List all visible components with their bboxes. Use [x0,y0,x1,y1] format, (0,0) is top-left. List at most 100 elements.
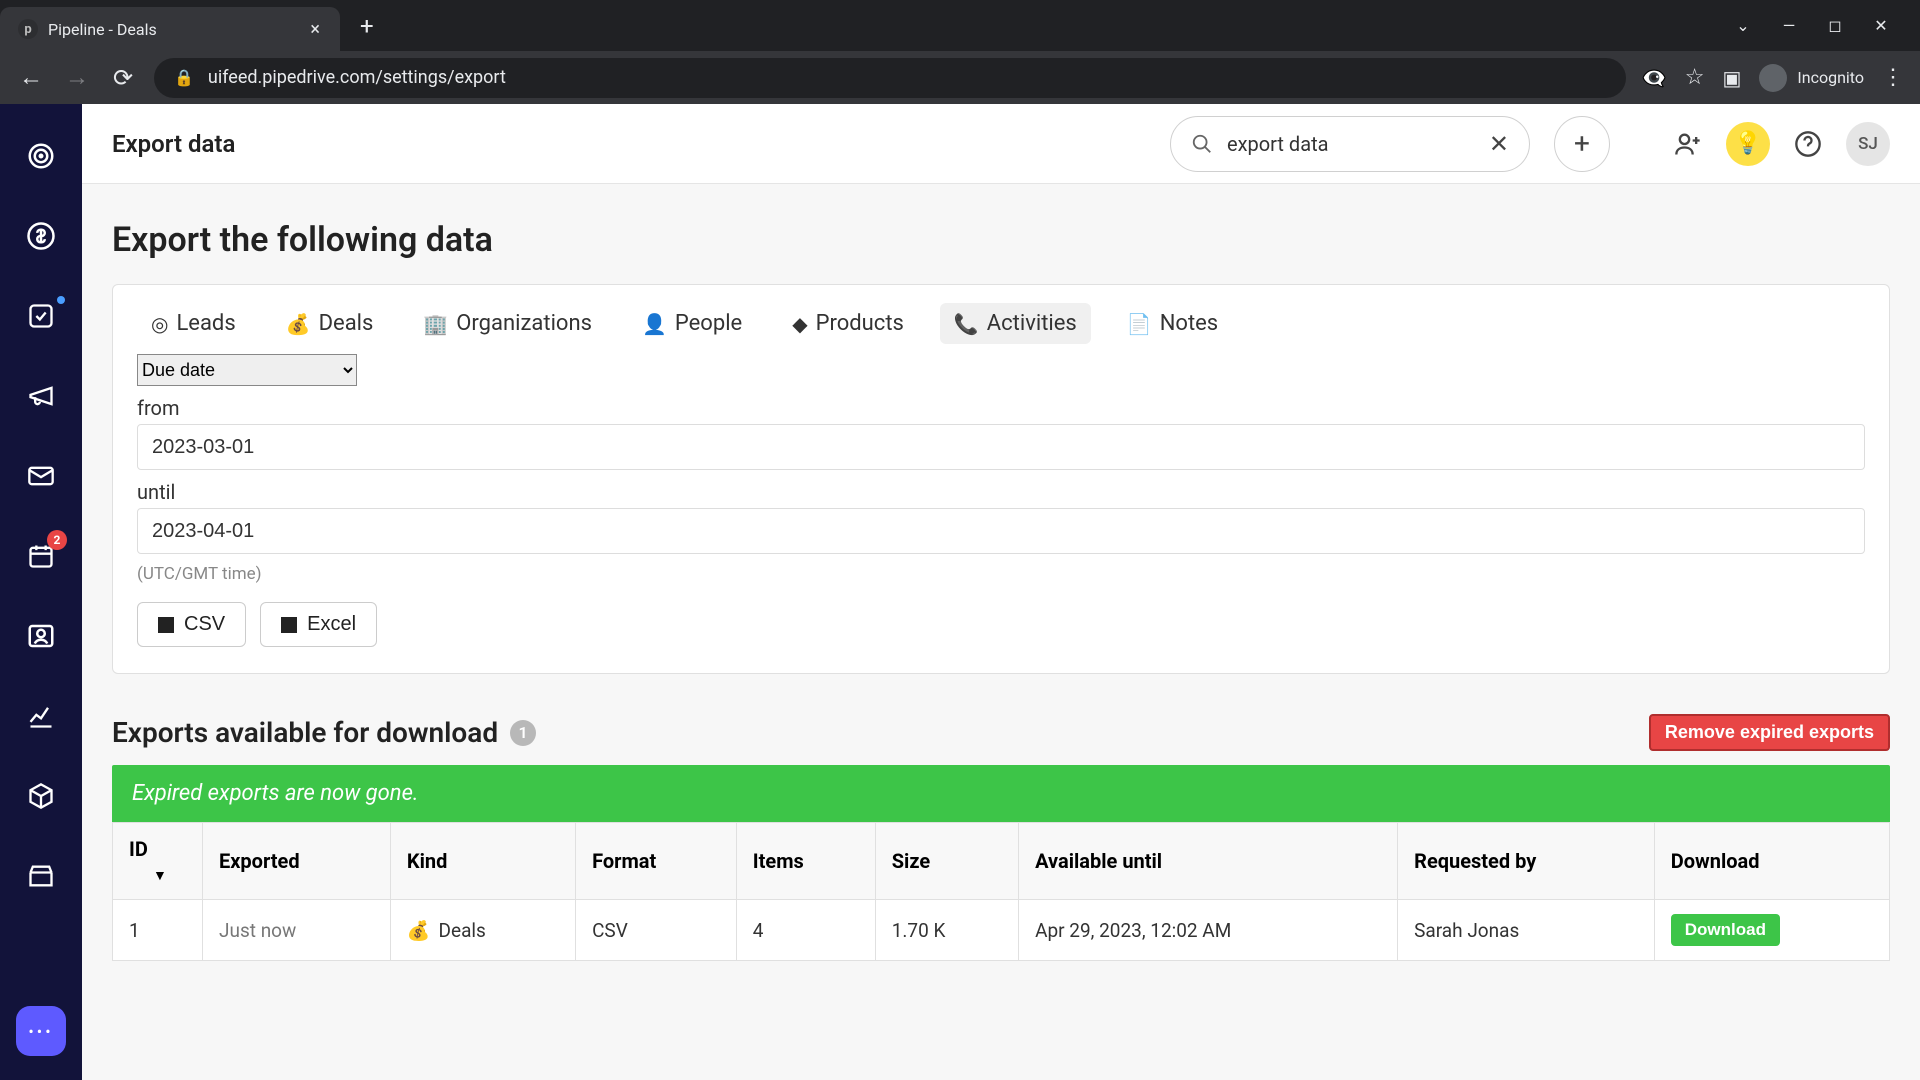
downloads-count-badge: 1 [510,720,536,746]
cell-id: 1 [113,900,203,961]
sidebar-more-button[interactable]: ••• [16,1006,66,1056]
box-icon [27,782,55,810]
close-window-icon[interactable]: ✕ [1868,16,1894,35]
building-icon: 🏢 [423,312,448,336]
maximize-icon[interactable]: ◻ [1822,16,1848,35]
tab-dropdown-icon[interactable]: ⌄ [1730,16,1756,35]
tips-button[interactable]: 💡 [1726,122,1770,166]
help-icon[interactable] [1794,130,1822,158]
tab-organizations[interactable]: 🏢 Organizations [409,303,606,344]
excel-label: Excel [307,613,356,636]
cube-icon: ◆ [792,312,807,336]
lock-icon: 🔒 [174,68,194,87]
tab-products[interactable]: ◆ Products [778,303,918,344]
export-config-panel: ◎ Leads 💰 Deals 🏢 Organizations 👤 People [112,284,1890,674]
sidebar-item-insights[interactable] [21,696,61,736]
downloads-table: ID ▼ Exported Kind Format Items Size Ava… [112,822,1890,961]
sidebar-item-deals[interactable] [21,216,61,256]
window-controls: ⌄ ― ◻ ✕ [1704,16,1920,35]
user-avatar[interactable]: SJ [1846,122,1890,166]
url-input[interactable]: 🔒 uifeed.pipedrive.com/settings/export [154,58,1626,98]
sidebar-item-marketplace[interactable] [21,856,61,896]
col-id[interactable]: ID ▼ [113,823,203,900]
col-exported[interactable]: Exported [203,823,391,900]
minimize-icon[interactable]: ― [1776,16,1802,35]
export-excel-button[interactable]: Excel [260,602,377,647]
person-icon: 👤 [642,312,667,336]
download-button[interactable]: Download [1671,914,1780,946]
bookmark-icon[interactable]: ☆ [1685,65,1705,90]
date-type-select[interactable]: Due date [137,354,357,386]
moneybag-icon: 💰 [407,919,431,942]
megaphone-icon [27,382,55,410]
file-icon [281,617,297,633]
page-title: Export data [112,130,235,158]
moneybag-icon: 💰 [286,312,311,336]
sort-desc-icon: ▼ [153,868,167,884]
search-input[interactable]: export data ✕ [1170,116,1530,172]
top-bar: Export data export data ✕ + 💡 [82,104,1920,184]
phone-icon: 📞 [954,312,979,336]
tab-activities[interactable]: 📞 Activities [940,303,1091,344]
new-tab-button[interactable]: + [340,12,394,40]
forward-button[interactable]: → [62,63,92,92]
eye-off-icon[interactable]: 👁‍🗨 [1642,66,1667,90]
export-csv-button[interactable]: CSV [137,602,246,647]
store-icon [27,862,55,890]
reload-button[interactable]: ⟳ [108,64,138,92]
sidebar-item-leads[interactable] [21,136,61,176]
sidebar-item-mail[interactable] [21,456,61,496]
cell-items: 4 [736,900,875,961]
col-requested[interactable]: Requested by [1398,823,1655,900]
tab-label: People [675,311,742,336]
sidebar-item-campaigns[interactable] [21,376,61,416]
clear-search-icon[interactable]: ✕ [1489,130,1509,158]
until-date-input[interactable] [137,508,1865,554]
sidebar-item-contacts[interactable] [21,616,61,656]
target-icon [26,141,56,171]
sidebar-item-projects[interactable] [21,296,61,336]
col-kind[interactable]: Kind [390,823,575,900]
cell-available: Apr 29, 2023, 12:02 AM [1019,900,1398,961]
col-format[interactable]: Format [576,823,737,900]
mail-icon [27,462,55,490]
add-button[interactable]: + [1554,116,1610,172]
browser-tab[interactable]: p Pipeline - Deals × [0,7,340,51]
chrome-menu-icon[interactable]: ⋮ [1882,65,1904,90]
col-available[interactable]: Available until [1019,823,1398,900]
tab-label: Deals [319,311,374,336]
extensions-icon[interactable]: ▣ [1722,66,1741,90]
address-bar: ← → ⟳ 🔒 uifeed.pipedrive.com/settings/ex… [0,51,1920,104]
tab-notes[interactable]: 📄 Notes [1113,303,1232,344]
app-sidebar: 2 ••• [0,104,82,1080]
cell-size: 1.70 K [875,900,1018,961]
back-button[interactable]: ← [16,63,46,92]
csv-label: CSV [184,613,225,636]
chart-line-icon [27,702,55,730]
cell-download: Download [1654,900,1889,961]
col-items[interactable]: Items [736,823,875,900]
tab-deals[interactable]: 💰 Deals [272,303,388,344]
search-icon [1191,133,1213,155]
cell-requested: Sarah Jonas [1398,900,1655,961]
lightbulb-icon: 💡 [1734,131,1761,156]
close-tab-icon[interactable]: × [304,19,326,40]
cell-exported: Just now [203,900,391,961]
tab-people[interactable]: 👤 People [628,303,756,344]
plus-icon: + [1574,127,1590,160]
col-download[interactable]: Download [1654,823,1889,900]
target-icon: ◎ [151,312,168,336]
col-size[interactable]: Size [875,823,1018,900]
cell-format: CSV [576,900,737,961]
file-icon [158,617,174,633]
timezone-note: (UTC/GMT time) [137,564,1865,584]
dollar-circle-icon [26,221,56,251]
from-date-input[interactable] [137,424,1865,470]
remove-expired-button[interactable]: Remove expired exports [1649,714,1890,751]
tab-leads[interactable]: ◎ Leads [137,303,250,344]
cell-kind: 💰 Deals [390,900,575,961]
invite-users-icon[interactable] [1674,130,1702,158]
sidebar-item-activities[interactable]: 2 [21,536,61,576]
sidebar-item-products[interactable] [21,776,61,816]
browser-tab-strip: p Pipeline - Deals × + ⌄ ― ◻ ✕ [0,0,1920,51]
